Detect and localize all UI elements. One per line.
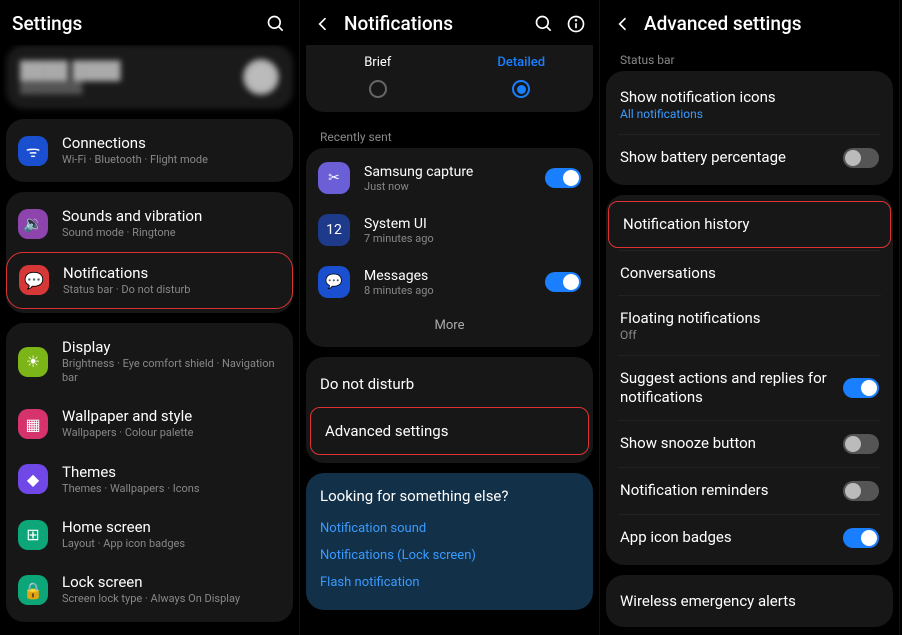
toggle[interactable] xyxy=(843,481,879,501)
settings-item-wallpaper[interactable]: ▦ Wallpaper and style Wallpapers · Colou… xyxy=(6,396,293,451)
app-icon: 💬 xyxy=(318,266,350,298)
notifications-icon: 💬 xyxy=(19,265,49,295)
page-title: Settings xyxy=(12,12,255,35)
recent-app[interactable]: 12 System UI 7 minutes ago xyxy=(306,204,593,256)
page-title: Advanced settings xyxy=(644,12,887,35)
looking-for-title: Looking for something else? xyxy=(320,487,579,505)
display-icon: ☀ xyxy=(18,347,48,377)
wifi-icon: ᯤ xyxy=(18,136,48,166)
header: Settings xyxy=(0,0,299,45)
sound-icon: 🔉 xyxy=(18,209,48,239)
item-app-icon-badges[interactable]: App icon badges xyxy=(606,515,893,561)
settings-item-lock[interactable]: 🔒 Lock screen Screen lock type · Always … xyxy=(6,562,293,617)
item-conversations[interactable]: Conversations xyxy=(606,251,893,296)
item-show-notification-icons[interactable]: Show notification icons All notification… xyxy=(606,75,893,134)
section-label: Recently sent xyxy=(306,122,593,148)
link-flash-notification[interactable]: Flash notification xyxy=(320,569,579,596)
settings-item-notifications[interactable]: 💬 Notifications Status bar · Do not dist… xyxy=(6,252,293,309)
settings-item-themes[interactable]: ◆ Themes Themes · Wallpapers · Icons xyxy=(6,452,293,507)
lock-icon: 🔒 xyxy=(18,575,48,605)
item-notification-reminders[interactable]: Notification reminders xyxy=(606,468,893,514)
app-icon: ✂ xyxy=(318,162,350,194)
back-icon[interactable] xyxy=(312,13,334,35)
section-label: Status bar xyxy=(606,45,893,71)
toggle[interactable] xyxy=(843,528,879,548)
profile-name: ████ ████ xyxy=(20,61,243,81)
item-battery-percentage[interactable]: Show battery percentage xyxy=(606,135,893,181)
item-notification-history[interactable]: Notification history xyxy=(608,201,891,248)
more-button[interactable]: More xyxy=(306,308,593,343)
profile-card[interactable]: ████ ████ ████████ xyxy=(6,45,293,109)
avatar xyxy=(243,59,279,95)
item-advanced-settings[interactable]: Advanced settings xyxy=(310,407,589,455)
notifications-screen: Notifications Brief Detailed Recently se… xyxy=(300,0,600,635)
recent-app[interactable]: ✂ Samsung capture Just now xyxy=(306,152,593,204)
info-icon[interactable] xyxy=(565,13,587,35)
back-icon[interactable] xyxy=(612,13,634,35)
toggle[interactable] xyxy=(843,148,879,168)
settings-item-sounds[interactable]: 🔉 Sounds and vibration Sound mode · Ring… xyxy=(6,196,293,251)
item-floating-notifications[interactable]: Floating notifications Off xyxy=(606,296,893,355)
link-notification-sound[interactable]: Notification sound xyxy=(320,515,579,542)
toggle[interactable] xyxy=(545,168,581,188)
item-suggest-actions[interactable]: Suggest actions and replies for notifica… xyxy=(606,356,893,420)
radio-icon xyxy=(512,80,530,98)
settings-item-home[interactable]: ⊞ Home screen Layout · App icon badges xyxy=(6,507,293,562)
style-detailed[interactable]: Detailed xyxy=(450,55,594,98)
toggle[interactable] xyxy=(545,272,581,292)
settings-screen: Settings ████ ████ ████████ ᯤ Connection… xyxy=(0,0,300,635)
search-icon[interactable] xyxy=(265,13,287,35)
settings-item-display[interactable]: ☀ Display Brightness · Eye comfort shiel… xyxy=(6,327,293,397)
settings-item-connections[interactable]: ᯤ Connections Wi-Fi · Bluetooth · Flight… xyxy=(6,123,293,178)
radio-icon xyxy=(369,80,387,98)
toggle[interactable] xyxy=(843,434,879,454)
item-snooze-button[interactable]: Show snooze button xyxy=(606,421,893,467)
recent-app[interactable]: 💬 Messages 8 minutes ago xyxy=(306,256,593,308)
search-icon[interactable] xyxy=(533,13,555,35)
link-notifications-lock[interactable]: Notifications (Lock screen) xyxy=(320,542,579,569)
advanced-settings-screen: Advanced settings Status bar Show notifi… xyxy=(600,0,900,635)
item-emergency-alerts[interactable]: Wireless emergency alerts xyxy=(606,579,893,624)
app-icon: 12 xyxy=(318,214,350,246)
page-title: Notifications xyxy=(344,12,523,35)
themes-icon: ◆ xyxy=(18,464,48,494)
notification-style-picker: Brief Detailed xyxy=(306,45,593,112)
looking-for-card: Looking for something else? Notification… xyxy=(306,473,593,610)
style-brief[interactable]: Brief xyxy=(306,55,450,98)
wallpaper-icon: ▦ xyxy=(18,409,48,439)
home-icon: ⊞ xyxy=(18,520,48,550)
toggle[interactable] xyxy=(843,378,879,398)
profile-sub: ████████ xyxy=(20,81,243,94)
item-do-not-disturb[interactable]: Do not disturb xyxy=(306,361,593,407)
